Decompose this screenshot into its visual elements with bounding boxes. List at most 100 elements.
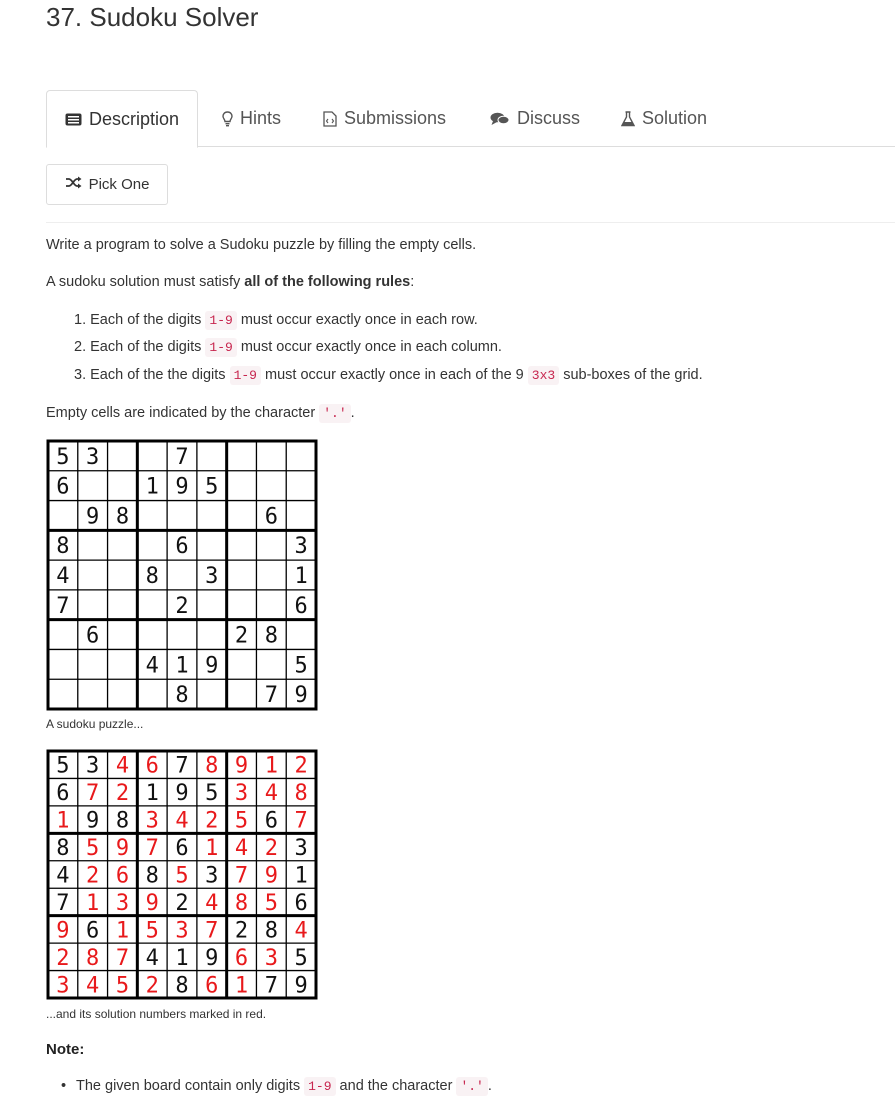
cell-digit: 2 (56, 946, 69, 971)
inline-code: 3x3 (527, 366, 560, 385)
cell-digit: 2 (175, 891, 188, 916)
random-icon (65, 176, 82, 193)
pick-one-button[interactable]: Pick One (46, 164, 168, 205)
cell-digit: 9 (86, 504, 99, 529)
cell-digit: 6 (56, 475, 69, 500)
tab-hints[interactable]: Hints (218, 90, 285, 147)
cell-digit: 7 (56, 594, 69, 619)
rules-emphasis: all of the following rules (244, 274, 411, 290)
cell-digit: 6 (146, 754, 159, 779)
tab-label: Description (89, 108, 180, 129)
cell-digit: 9 (294, 683, 307, 708)
list-item: 1. Each of the digits 1-9 must occur exa… (74, 311, 478, 330)
comments-icon (490, 112, 510, 126)
cell-digit: 6 (294, 594, 307, 619)
cell-digit: 6 (86, 918, 99, 943)
cell-digit: 5 (205, 475, 218, 500)
tab-solution[interactable]: Solution (617, 90, 711, 147)
cell-digit: 7 (265, 683, 278, 708)
cell-digit: 9 (294, 973, 307, 998)
cell-digit: 4 (294, 918, 307, 943)
tab-label: Submissions (344, 108, 447, 128)
cell-digit: 5 (146, 918, 159, 943)
cell-digit: 1 (265, 754, 278, 779)
cell-digit: 3 (265, 946, 278, 971)
cell-digit: 9 (86, 809, 99, 834)
cell-digit: 1 (146, 475, 159, 500)
cell-digit: 6 (86, 624, 99, 649)
cell-digit: 9 (205, 946, 218, 971)
cell-digit: 1 (86, 891, 99, 916)
cell-digit: 5 (294, 653, 307, 678)
cell-digit: 8 (116, 504, 129, 529)
cell-digit: 4 (56, 864, 69, 889)
cell-digit: 1 (175, 653, 188, 678)
cell-digit: 2 (205, 809, 218, 834)
cell-digit: 7 (265, 973, 278, 998)
rules-lead: A sudoku solution must satisfy all of th… (46, 274, 415, 290)
cell-digit: 8 (175, 683, 188, 708)
cell-digit: 7 (175, 445, 188, 470)
cell-digit: 4 (86, 973, 99, 998)
cell-digit: 2 (235, 624, 248, 649)
list-item: 3. Each of the the digits 1-9 must occur… (74, 366, 703, 385)
cell-digit: 9 (116, 836, 129, 861)
inline-code: '.' (319, 404, 351, 423)
flask-icon (621, 110, 635, 127)
tab-label: Solution (642, 108, 708, 128)
cell-digit: 1 (294, 864, 307, 889)
note-bullet: The given board contain only digits 1-9 … (61, 1077, 492, 1096)
list-item: 2. Each of the digits 1-9 must occur exa… (74, 338, 502, 357)
cell-digit: 4 (175, 809, 188, 834)
cell-digit: 1 (294, 564, 307, 589)
cell-digit: 2 (146, 973, 159, 998)
inline-code: 1-9 (205, 338, 237, 357)
puzzle-caption: A sudoku puzzle... (46, 717, 144, 731)
cell-digit: 2 (86, 864, 99, 889)
cell-digit: 8 (175, 973, 188, 998)
cell-digit: 2 (116, 781, 129, 806)
cell-digit: 6 (265, 809, 278, 834)
inline-code: '.' (456, 1077, 488, 1096)
tab-discuss[interactable]: Discuss (486, 90, 584, 147)
cell-digit: 5 (235, 809, 248, 834)
cell-digit: 5 (86, 836, 99, 861)
cell-digit: 4 (235, 836, 248, 861)
cell-digit: 3 (205, 864, 218, 889)
cell-digit: 5 (205, 781, 218, 806)
sudoku-puzzle-image: 537619598686348317266284195879 (46, 439, 318, 711)
empty-cells-text: Empty cells are indicated by the charact… (46, 404, 355, 423)
cell-digit: 1 (56, 809, 69, 834)
tab-description[interactable]: Description (46, 90, 199, 148)
cell-digit: 3 (235, 781, 248, 806)
cell-digit: 4 (146, 653, 159, 678)
cell-digit: 8 (86, 946, 99, 971)
tab-submissions[interactable]: Submissions (319, 90, 450, 147)
cell-digit: 3 (56, 973, 69, 998)
cell-digit: 1 (175, 946, 188, 971)
solution-caption: ...and its solution numbers marked in re… (46, 1007, 267, 1021)
cell-digit: 3 (86, 754, 99, 779)
description-icon (65, 113, 82, 126)
tab-bar: Description Hints Submissions Discuss So… (46, 90, 895, 148)
cell-digit: 2 (265, 836, 278, 861)
cell-digit: 4 (265, 781, 278, 806)
pick-one-label: Pick One (88, 176, 150, 193)
divider (46, 222, 895, 223)
inline-code: 1-9 (304, 1077, 336, 1096)
cell-digit: 7 (146, 836, 159, 861)
inline-code: 1-9 (229, 366, 261, 385)
cell-digit: 4 (56, 564, 69, 589)
tab-label: Discuss (517, 108, 581, 128)
cell-digit: 9 (205, 653, 218, 678)
sudoku-solution-image: 5346789126721953481983425678597614234268… (46, 749, 318, 1000)
cell-digit: 4 (205, 891, 218, 916)
cell-digit: 8 (205, 754, 218, 779)
page-title: 37. Sudoku Solver (46, 2, 259, 32)
cell-digit: 7 (56, 891, 69, 916)
cell-digit: 8 (146, 864, 159, 889)
cell-digit: 9 (265, 864, 278, 889)
cell-digit: 5 (265, 891, 278, 916)
cell-digit: 3 (146, 809, 159, 834)
cell-digit: 3 (294, 836, 307, 861)
